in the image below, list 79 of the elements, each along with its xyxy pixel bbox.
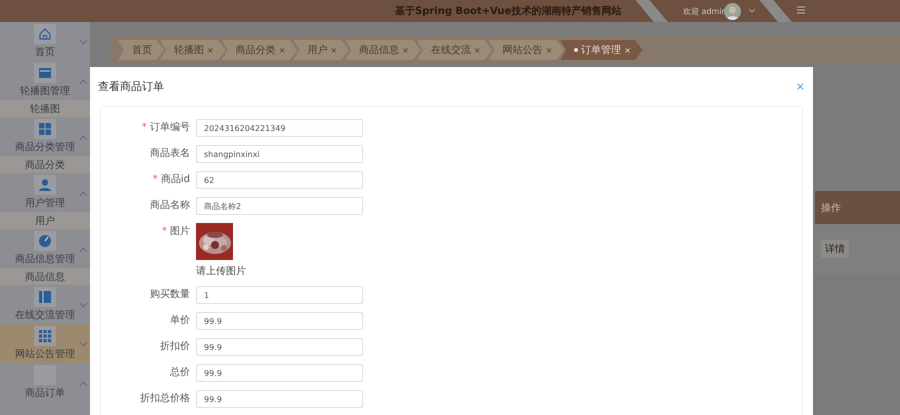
input-field[interactable]: 商品名称2 [196,197,363,215]
breadcrumb-tab[interactable]: 在线交流 × [416,40,493,60]
field-label: 购买数量 [149,288,191,302]
gauge-icon [38,234,52,248]
input-field[interactable]: 2024316204221349 [196,119,363,137]
details-button[interactable]: 详情 [821,240,849,258]
sidebar-subitem[interactable]: 轮播图 [0,100,90,117]
dot-icon [574,48,578,52]
tab-label: 用户 [307,44,328,57]
sidebar-subitem[interactable]: 用户 [0,212,90,229]
breadcrumb-tab[interactable]: 商品信息 × [345,40,421,60]
field-label: 折扣价 [159,340,191,354]
close-icon[interactable]: × [207,46,214,54]
sidebar-item[interactable]: 首页 [0,22,90,61]
tab-label: 商品信息 [359,44,400,57]
sidebar-item[interactable]: 商品信息管理 [0,229,90,268]
avatar[interactable] [724,3,741,20]
field-label: 折扣总价格 [139,392,191,406]
input-field[interactable]: 62 [196,171,363,189]
upload-hint: 请上传图片 [196,264,246,278]
chevron-up-icon [80,247,87,252]
field-label: 商品名称 [149,198,191,213]
picture-frame-icon [38,66,52,80]
dialog-title: 查看商品订单 [98,79,164,94]
close-icon[interactable]: × [474,46,481,54]
field-label: 总价 [169,366,191,380]
sidebar-subitem[interactable]: 商品信息 [0,268,90,285]
close-button[interactable]: × [796,80,805,93]
close-icon[interactable]: × [330,46,338,54]
close-icon[interactable]: × [402,46,409,54]
field-label: * 图片 [160,224,191,239]
breadcrumb-tab[interactable]: 订单管理 × [560,40,643,60]
input-field[interactable]: 99.9 [196,312,363,330]
input-field[interactable]: 99.9 [196,364,363,382]
chevron-down-icon [80,40,87,45]
sidebar-item[interactable]: 商品分类管理 [0,117,90,156]
sidebar-item[interactable]: 用户管理 [0,173,90,212]
sidebar-item[interactable]: 网站公告管理 [0,324,90,363]
tab-label: 商品分类 [236,44,276,57]
table-header: 操作 [815,191,900,224]
chevron-down-icon [80,303,87,308]
breadcrumb-tab[interactable]: 用户 × [293,40,350,60]
user-icon [38,178,52,192]
chevron-down-icon[interactable] [749,9,755,13]
sidebar-item[interactable]: 商品订单 [0,363,90,402]
tab-label: 网站公告 [502,44,543,57]
site-title: 基于Spring Boot+Vue技术的湖南特产销售网站 [395,4,622,18]
chevron-down-icon [80,342,87,347]
sidebar-item[interactable]: 在线交流管理 [0,285,90,324]
sidebar-subitem[interactable]: 商品分类 [0,156,90,173]
panel-icon [38,290,52,304]
input-field[interactable]: 1 [196,286,363,304]
chevron-up-icon [80,79,87,84]
home-icon [38,27,52,41]
menu-icon[interactable] [797,6,805,14]
tab-label: 首页 [132,44,152,57]
breadcrumb-tab[interactable]: 商品分类 × [222,40,298,60]
input-field[interactable]: shangpinxinxi [196,145,363,163]
breadcrumb-tab[interactable]: 轮播图 × [160,40,226,60]
breadcrumb-tab[interactable]: 首页 [118,40,164,60]
close-icon[interactable]: × [624,46,631,54]
input-field[interactable]: 99.9 [196,390,363,408]
grid-icon [38,122,52,136]
chevron-up-icon [80,191,87,196]
field-label: * 商品id [152,172,191,187]
dots-grid-icon [38,329,52,343]
close-icon[interactable]: × [546,46,552,54]
close-icon[interactable]: × [278,46,286,54]
tab-label: 轮播图 [174,44,204,57]
field-label: * 订单编号 [140,120,191,135]
tab-label: 在线交流 [430,44,471,57]
chevron-up-icon [80,381,87,386]
breadcrumb-tab[interactable]: 网站公告 × [488,40,564,60]
sidebar-item[interactable]: 轮播图管理 [0,61,90,100]
tab-label: 订单管理 [581,44,622,57]
input-field[interactable]: 99.9 [196,338,363,356]
field-label: 单价 [169,314,191,328]
field-label: 商品表名 [149,146,191,161]
chevron-up-icon [80,135,87,140]
